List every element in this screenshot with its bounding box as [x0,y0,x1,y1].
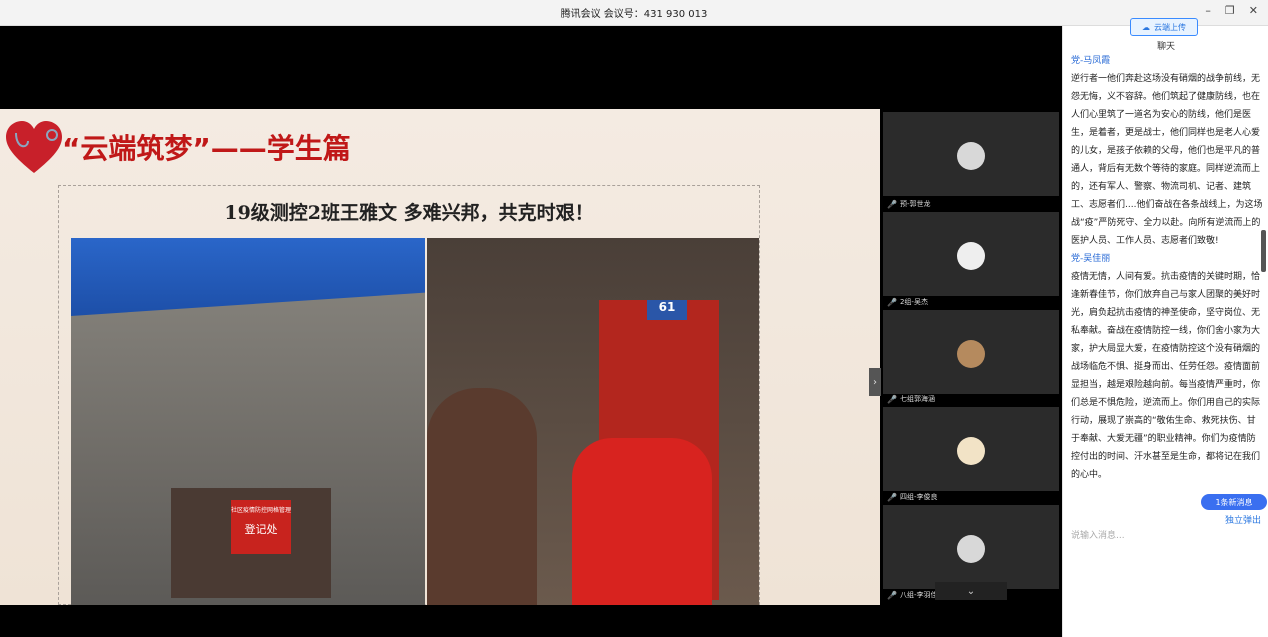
message-text: 逆行者一他们奔赴这场没有硝烟的战争前线，无怨无悔，义不容辞。他们筑起了健康防线，… [1071,74,1263,246]
new-messages-button[interactable]: 1条新消息 [1201,494,1267,510]
chat-input[interactable]: 说输入消息... [1071,528,1125,541]
checkpoint-photo: 社区疫情防控网格管理 登记处 [71,238,425,605]
scrollbar[interactable] [1261,230,1266,272]
participant-label: 🎤 预-郭世龙 [887,199,931,209]
window-title: 腾讯会议 会议号：431 930 013 [560,9,708,20]
message-sender: 党-吴佳丽 [1071,254,1111,264]
person-silhouette [427,388,537,605]
window-controls: – ❐ ✕ [1205,4,1258,17]
participant-tile[interactable] [883,212,1059,296]
restore-icon[interactable]: ❐ [1225,4,1235,17]
volunteer-vest [572,438,712,605]
participant-label: 🎤 2组-吴杰 [887,297,928,307]
minimize-icon[interactable]: – [1205,4,1211,17]
participant-tile[interactable] [883,112,1059,196]
mic-muted-icon: 🎤 [887,199,897,209]
avatar [957,535,985,563]
avatar [957,242,985,270]
volunteer-photo: 61 [427,238,759,605]
chat-title: 聊天 [1156,42,1175,52]
mic-muted-icon: 🎤 [887,590,897,600]
photo-frame: 19级测控2班王雅文 多难兴邦，共克时艰！ 社区疫情防控网格管理 登记处 61 [58,185,760,605]
slide-title: “云端筑梦”——学生篇 [62,132,351,165]
signboard-sub: 社区疫情防控网格管理 [231,507,292,514]
signboard: 社区疫情防控网格管理 登记处 [231,500,291,554]
participant-tile[interactable] [883,505,1059,589]
avatar [957,340,985,368]
chat-panel: ☁ 云端上传 聊天 党-马凤霞 逆行者一他们奔赴这场没有硝烟的战争前线，无怨无悔… [1062,18,1268,637]
participant-tiles: 🎤 预-郭世龙 🎤 2组-吴杰 🎤 七组郭海涵 🎤 四组-李俊良 🎤 八组-李羽佳 [883,26,1059,637]
message-text: 疫情无情，人间有爱。抗击疫情的关键时期，恰逢新春佳节，你们放弃自己与家人团聚的美… [1071,272,1261,480]
cloud-upload-button[interactable]: ☁ 云端上传 [1130,18,1198,36]
signboard-label: 登记处 [244,523,278,536]
avatar [957,437,985,465]
shared-slide: “云端筑梦”——学生篇 19级测控2班王雅文 多难兴邦，共克时艰！ 社区疫情防控… [0,109,880,605]
participant-label: 🎤 七组郭海涵 [887,394,935,404]
participant-label: 🎤 四组-李俊良 [887,492,938,502]
heart-stethoscope-icon [6,121,62,173]
mic-muted-icon: 🎤 [887,492,897,502]
participant-tile[interactable] [883,310,1059,394]
chat-header: ☁ 云端上传 聊天 [1063,18,1268,52]
chat-messages: 党-马凤霞 逆行者一他们奔赴这场没有硝烟的战争前线，无怨无悔，义不容辞。他们筑起… [1071,52,1263,512]
door-number: 61 [647,300,687,320]
participant-tile[interactable] [883,407,1059,491]
mic-muted-icon: 🎤 [887,297,897,307]
window-titlebar: 腾讯会议 会议号：431 930 013 – ❐ ✕ [0,0,1268,26]
blue-tent [71,238,425,316]
cloud-icon: ☁ [1142,22,1150,32]
close-icon[interactable]: ✕ [1249,4,1258,17]
popout-link[interactable]: 独立弹出 [1225,513,1261,526]
slide-subtitle: 19级测控2班王雅文 多难兴邦，共克时艰！ [224,202,594,224]
mic-muted-icon: 🎤 [887,394,897,404]
chevron-right-icon[interactable]: › [869,368,881,396]
message-sender: 党-马凤霞 [1071,56,1111,66]
avatar [957,142,985,170]
chevron-down-icon[interactable]: ⌄ [935,582,1007,600]
